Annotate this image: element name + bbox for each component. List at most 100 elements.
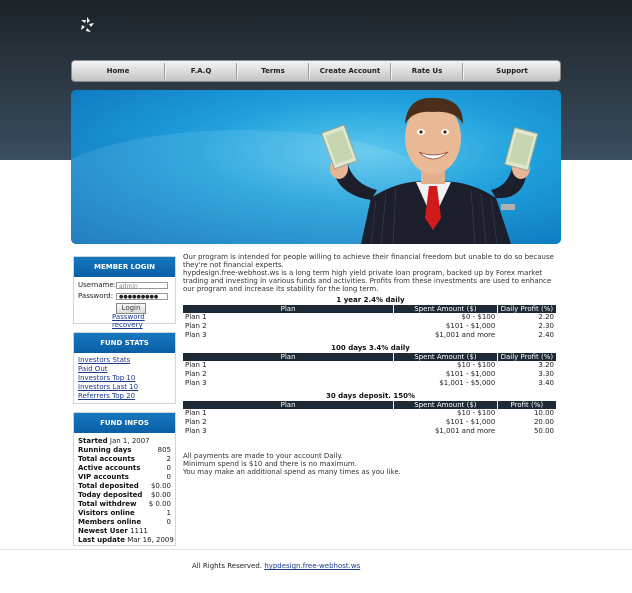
member-login-panel: MEMBER LOGIN Username: admin Password: ●… xyxy=(73,256,176,329)
info-row: Started Jan 1, 2007 xyxy=(74,437,175,446)
payment-notes: All payments are made to your account Da… xyxy=(183,452,401,476)
fund-stats-panel: FUND STATS Investors Stats Paid Out Inve… xyxy=(73,332,176,404)
profit-cell: 2.30 xyxy=(538,322,554,330)
nav-faq[interactable]: F.A.Q xyxy=(166,61,236,81)
info-label: Newest User xyxy=(78,527,128,535)
amount-cell: $101 - $1,000 xyxy=(445,322,496,330)
info-value: 2 xyxy=(166,455,171,463)
info-row: Members online 0 xyxy=(74,518,175,527)
investors-top-10-link[interactable]: Investors Top 10 xyxy=(74,374,175,383)
note-line: All payments are made to your account Da… xyxy=(183,452,343,460)
info-value: 1 xyxy=(166,509,171,517)
plan-name-cell: Plan 2 xyxy=(185,370,207,378)
nav-create-account[interactable]: Create Account xyxy=(310,61,390,81)
column-header: Spent Amount ($) xyxy=(393,305,498,313)
plan-name-cell: Plan 3 xyxy=(185,379,207,387)
logo-icon[interactable] xyxy=(78,16,96,34)
amount-cell: $10 - $100 xyxy=(457,361,496,369)
amount-cell: $10 - $100 xyxy=(457,409,496,417)
password-recovery-link[interactable]: Password recovery xyxy=(112,313,175,329)
info-label: Total withdrew xyxy=(78,500,137,508)
username-input[interactable]: admin xyxy=(116,282,168,290)
info-label: Visitors online xyxy=(78,509,135,517)
info-row: VIP accounts 0 xyxy=(74,473,175,482)
info-value: $0.00 xyxy=(150,482,171,490)
paid-out-link[interactable]: Paid Out xyxy=(74,365,175,374)
info-value: $ 0.00 xyxy=(148,500,171,508)
table-header-row: Plan Spent Amount ($) Daily Profit (%) xyxy=(183,353,556,361)
info-row: Newest User 1111 xyxy=(74,527,175,536)
footer-divider xyxy=(0,549,632,550)
info-value: 0 xyxy=(166,518,171,526)
plan-table: Plan Spent Amount ($) Profit (%) Plan 1 $… xyxy=(183,401,556,436)
column-header: Plan xyxy=(183,401,395,409)
password-label: Password: xyxy=(78,292,114,300)
footer: All Rights Reserved. hypdesign.free-webh… xyxy=(192,562,360,570)
intro-paragraph-2: hypdesign.free-webhost.ws is a long term… xyxy=(183,269,552,293)
table-row: Plan 2 $101 - $1,000 20.00 xyxy=(183,418,556,427)
table-header-row: Plan Spent Amount ($) Daily Profit (%) xyxy=(183,305,556,313)
profit-cell: 10.00 xyxy=(533,409,554,417)
plan-name-cell: Plan 2 xyxy=(185,322,207,330)
main-navigation: Home F.A.Q Terms Create Account Rate Us … xyxy=(71,60,561,82)
plan-table: Plan Spent Amount ($) Daily Profit (%) P… xyxy=(183,353,556,388)
table-row: Plan 3 $1,001 and more 50.00 xyxy=(183,427,556,436)
info-value: 805 xyxy=(157,446,171,454)
amount-cell: $1,001 and more xyxy=(434,331,496,339)
column-header: Daily Profit (%) xyxy=(497,353,556,361)
nav-terms[interactable]: Terms xyxy=(238,61,308,81)
plan-title: 30 days deposit. 150% xyxy=(325,392,416,400)
amount-cell: $101 - $1,000 xyxy=(445,370,496,378)
amount-cell: $1,001 and more xyxy=(434,427,496,435)
info-row: Running days 805 xyxy=(74,446,175,455)
table-row: Plan 1 $0 - $100 2.20 xyxy=(183,313,556,322)
column-header: Daily Profit (%) xyxy=(497,305,556,313)
profit-cell: 3.20 xyxy=(538,361,554,369)
info-row: Total withdrew $ 0.00 xyxy=(74,500,175,509)
info-label: Running days xyxy=(78,446,132,454)
info-row: Today deposited $0.00 xyxy=(74,491,175,500)
table-header-row: Plan Spent Amount ($) Profit (%) xyxy=(183,401,556,409)
profit-cell: 3.30 xyxy=(538,370,554,378)
investors-stats-link[interactable]: Investors Stats xyxy=(74,356,175,365)
plan-name-cell: Plan 1 xyxy=(185,361,207,369)
table-row: Plan 3 $1,001 - $5,000 3.40 xyxy=(183,379,556,388)
info-label: Members online xyxy=(78,518,142,526)
username-label: Username: xyxy=(78,281,117,289)
plan-name-cell: Plan 2 xyxy=(185,418,207,426)
info-label: Total deposited xyxy=(78,482,139,490)
plan-title: 1 year 2.4% daily xyxy=(336,296,405,304)
info-value: Mar 16, 2009 xyxy=(127,536,174,544)
businessman-with-money-illustration xyxy=(320,97,539,244)
amount-cell: $1,001 - $5,000 xyxy=(439,379,496,387)
table-row: Plan 2 $101 - $1,000 2.30 xyxy=(183,322,556,331)
profit-cell: 20.00 xyxy=(533,418,554,426)
amount-cell: $101 - $1,000 xyxy=(445,418,496,426)
password-input[interactable]: ●●●●●●●●● xyxy=(116,293,168,300)
profit-cell: 50.00 xyxy=(533,427,554,435)
footer-site-link[interactable]: hypdesign.free-webhost.ws xyxy=(264,562,360,570)
info-label: Today deposited xyxy=(78,491,143,499)
fund-stats-title: FUND STATS xyxy=(74,333,175,353)
column-header: Plan xyxy=(183,353,395,361)
referrers-top-20-link[interactable]: Referrers Top 20 xyxy=(74,392,175,401)
profit-cell: 2.40 xyxy=(538,331,554,339)
info-row: Last update Mar 16, 2009 xyxy=(74,536,175,545)
note-line: Minimum spend is $10 and there is no max… xyxy=(183,460,357,468)
info-value: Jan 1, 2007 xyxy=(109,437,150,445)
profit-cell: 2.20 xyxy=(538,313,554,321)
info-value: 1111 xyxy=(130,527,148,535)
column-header: Plan xyxy=(183,305,395,313)
nav-support[interactable]: Support xyxy=(464,61,560,81)
nav-rate-us[interactable]: Rate Us xyxy=(392,61,462,81)
plan-table: Plan Spent Amount ($) Daily Profit (%) P… xyxy=(183,305,556,340)
hero-banner xyxy=(71,90,561,244)
copyright-text: All Rights Reserved. xyxy=(192,562,263,570)
member-login-title: MEMBER LOGIN xyxy=(74,257,175,277)
nav-home[interactable]: Home xyxy=(72,61,164,81)
column-header: Spent Amount ($) xyxy=(393,353,498,361)
info-row: Total accounts 2 xyxy=(74,455,175,464)
info-label: VIP accounts xyxy=(78,473,129,481)
plan-name-cell: Plan 1 xyxy=(185,409,207,417)
investors-last-10-link[interactable]: Investors Last 10 xyxy=(74,383,175,392)
